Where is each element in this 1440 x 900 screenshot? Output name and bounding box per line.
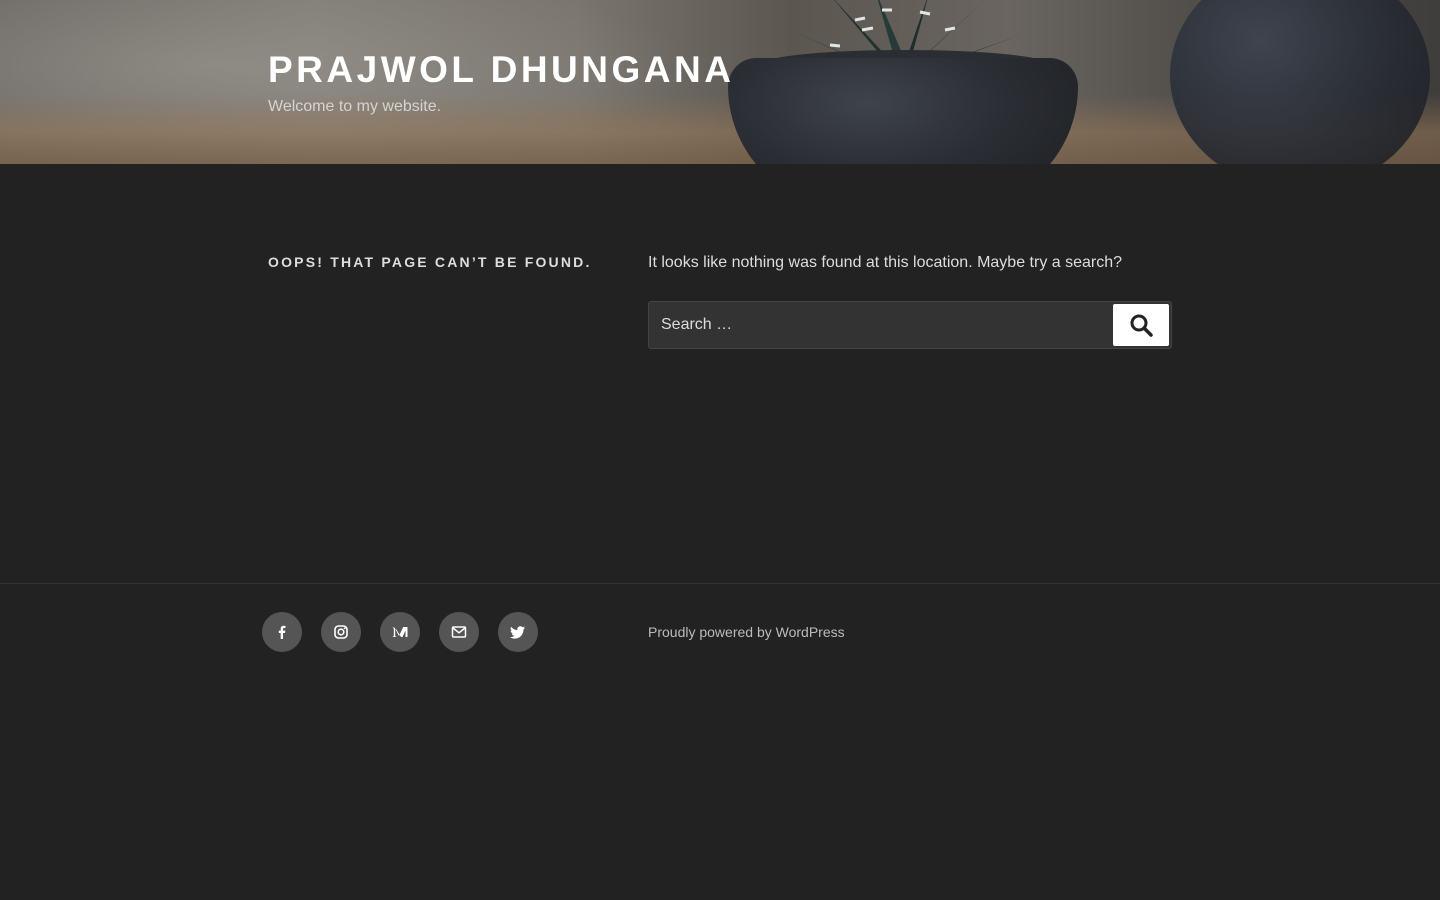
search-form bbox=[648, 301, 1172, 349]
powered-by-wordpress-link[interactable]: Proudly powered by WordPress bbox=[648, 624, 845, 640]
search-input[interactable] bbox=[649, 302, 1109, 348]
medium-icon bbox=[392, 627, 408, 637]
social-link-instagram[interactable] bbox=[321, 612, 361, 652]
social-link-email[interactable] bbox=[439, 612, 479, 652]
search-icon bbox=[1130, 314, 1153, 337]
search-button[interactable] bbox=[1113, 304, 1169, 346]
not-found-message: It looks like nothing was found at this … bbox=[648, 254, 1123, 271]
facebook-icon bbox=[278, 625, 286, 639]
site-description: Welcome to my website. bbox=[268, 98, 442, 115]
site-branding: Prajwol Dhungana Welcome to my website. bbox=[268, 48, 734, 116]
site-header: Prajwol Dhungana Welcome to my website. bbox=[0, 0, 1440, 164]
site-title[interactable]: Prajwol Dhungana bbox=[268, 48, 734, 92]
social-link-twitter[interactable] bbox=[498, 612, 538, 652]
social-link-medium[interactable] bbox=[380, 612, 420, 652]
social-link-facebook[interactable] bbox=[262, 612, 302, 652]
instagram-icon bbox=[334, 625, 348, 639]
header-image-pot-right bbox=[1170, 0, 1430, 164]
page-title: Oops! That page can’t be found. bbox=[268, 254, 592, 270]
envelope-icon bbox=[451, 626, 467, 638]
main-content: Oops! That page can’t be found. It looks… bbox=[0, 164, 1440, 583]
header-image-pot bbox=[728, 58, 1078, 164]
twitter-icon bbox=[510, 626, 525, 639]
site-footer: Proudly powered by WordPress bbox=[0, 583, 1440, 900]
social-links-menu bbox=[262, 612, 538, 652]
